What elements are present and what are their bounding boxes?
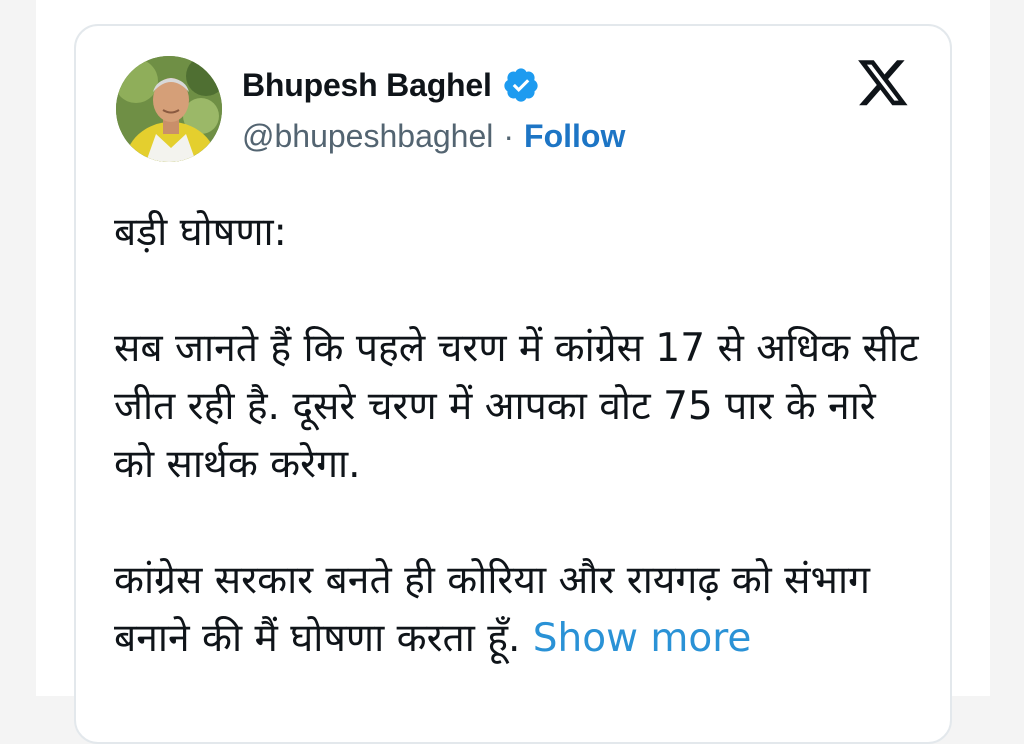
avatar-image xyxy=(116,56,222,162)
author-name-row: Bhupesh Baghel xyxy=(242,66,540,104)
tweet-paragraph-1: सब जानते हैं कि पहले चरण में कांग्रेस 17… xyxy=(114,326,919,487)
author-handle[interactable]: @bhupeshbaghel xyxy=(242,118,493,155)
tweet-heading: बड़ी घोषणा: xyxy=(114,210,287,255)
author-handle-row: @bhupeshbaghel · Follow xyxy=(242,118,625,155)
tweet-paragraph-2: कांग्रेस सरकार बनते ही कोरिया और रायगढ़ … xyxy=(114,558,871,661)
follow-button[interactable]: Follow xyxy=(524,118,625,155)
show-more-link[interactable]: Show more xyxy=(533,616,752,661)
x-logo-icon[interactable] xyxy=(856,60,910,110)
avatar[interactable] xyxy=(116,56,222,162)
tweet-paragraph-2-container: कांग्रेस सरकार बनते ही कोरिया और रायगढ़ … xyxy=(114,552,924,668)
separator-dot: · xyxy=(503,118,515,154)
tweet-text: बड़ी घोषणा: सब जानते हैं कि पहले चरण में… xyxy=(114,204,924,668)
verified-badge-icon xyxy=(504,68,538,102)
author-name[interactable]: Bhupesh Baghel xyxy=(242,67,492,104)
embedded-tweet-card[interactable]: Bhupesh Baghel @bhupeshbaghel · Follow ब… xyxy=(74,24,952,744)
